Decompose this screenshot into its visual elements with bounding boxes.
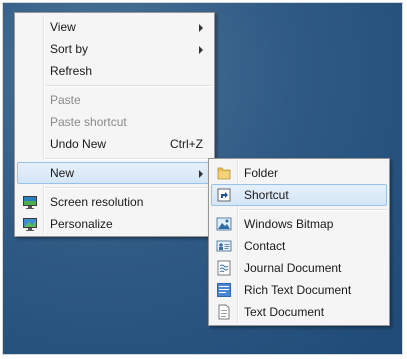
- menu-item-label: Undo New: [50, 137, 107, 151]
- journal-icon: [216, 260, 232, 276]
- menu-item-label: Sort by: [50, 42, 89, 56]
- submenu-arrow-icon: [199, 46, 203, 54]
- submenu-item-contact[interactable]: Contact: [211, 235, 387, 257]
- menu-item-label: Refresh: [50, 64, 93, 78]
- menu-item-view[interactable]: View: [17, 16, 212, 38]
- menu-item-label: Screen resolution: [50, 195, 144, 209]
- menu-separator: [239, 209, 387, 211]
- folder-icon: [216, 165, 232, 181]
- menu-item-label: Personalize: [50, 217, 113, 231]
- bitmap-icon: [216, 216, 232, 232]
- rich-text-icon: [216, 282, 232, 298]
- menu-item-undo-new[interactable]: Undo New Ctrl+Z: [17, 133, 212, 155]
- menu-item-label: Windows Bitmap: [244, 217, 334, 231]
- submenu-item-rich-text-document[interactable]: Rich Text Document: [211, 279, 387, 301]
- menu-separator: [45, 158, 212, 160]
- submenu-item-windows-bitmap[interactable]: Windows Bitmap: [211, 213, 387, 235]
- menu-item-label: Contact: [244, 239, 286, 253]
- menu-item-paste-shortcut[interactable]: Paste shortcut: [17, 111, 212, 133]
- submenu-arrow-icon: [199, 24, 203, 32]
- monitor-icon: [22, 194, 38, 210]
- text-document-icon: [216, 304, 232, 320]
- menu-item-personalize[interactable]: Personalize: [17, 213, 212, 235]
- contact-icon: [216, 238, 232, 254]
- menu-item-label: Paste shortcut: [50, 115, 127, 129]
- submenu-item-text-document[interactable]: Text Document: [211, 301, 387, 323]
- menu-item-label: Folder: [244, 166, 279, 180]
- menu-item-label: Text Document: [244, 305, 325, 319]
- submenu-item-journal-document[interactable]: Journal Document: [211, 257, 387, 279]
- submenu-item-folder[interactable]: Folder: [211, 162, 387, 184]
- shortcut-icon: [216, 187, 232, 203]
- personalize-icon: [22, 216, 38, 232]
- menu-item-label: New: [50, 166, 75, 180]
- menu-item-label: Paste: [50, 93, 81, 107]
- menu-item-refresh[interactable]: Refresh: [17, 60, 212, 82]
- desktop-context-menu: View Sort by Refresh Paste Paste shortcu…: [14, 12, 215, 237]
- menu-item-screen-resolution[interactable]: Screen resolution: [17, 191, 212, 213]
- menu-item-sort-by[interactable]: Sort by: [17, 38, 212, 60]
- submenu-arrow-icon: [199, 170, 203, 178]
- menu-item-label: View: [50, 20, 76, 34]
- menu-item-new[interactable]: New: [17, 162, 212, 184]
- menu-separator: [45, 85, 212, 87]
- menu-separator: [45, 187, 212, 189]
- menu-item-label: Rich Text Document: [244, 283, 352, 297]
- menu-item-paste[interactable]: Paste: [17, 89, 212, 111]
- menu-item-shortcut: Ctrl+Z: [170, 137, 203, 151]
- new-submenu: Folder Shortcut Windows Bitmap Contact J…: [208, 158, 390, 326]
- submenu-item-shortcut[interactable]: Shortcut: [211, 184, 387, 206]
- menu-item-label: Journal Document: [244, 261, 342, 275]
- menu-item-label: Shortcut: [244, 188, 289, 202]
